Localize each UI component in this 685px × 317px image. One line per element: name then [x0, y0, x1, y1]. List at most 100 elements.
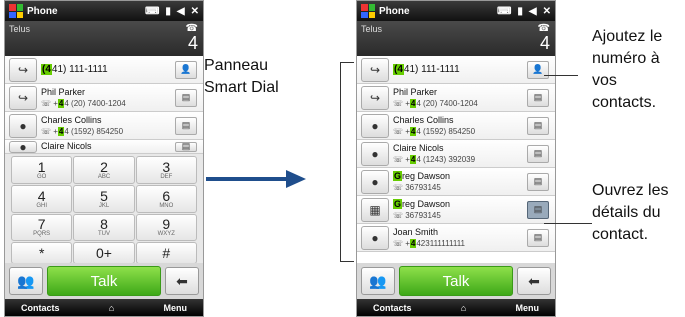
contact-name: Claire Nicols	[393, 142, 444, 153]
contact-number: ☏ +44 (1243) 392039	[393, 154, 476, 164]
contact-card-icon[interactable]: ▤	[527, 88, 549, 107]
list-item[interactable]: ↪ Phil Parker ☏ +44 (20) 7400-1204 ▤	[5, 84, 203, 112]
list-item[interactable]: ▦ Greg Dawson ☏ 36793145 ▤	[357, 196, 555, 224]
contact-card-icon[interactable]: ▤	[527, 172, 549, 191]
softkey-contacts[interactable]: Contacts	[21, 303, 60, 313]
missed-call-count: 4	[187, 33, 198, 53]
contact-person-icon[interactable]: ●	[361, 141, 389, 166]
contact-name: Greg Dawson	[393, 170, 451, 181]
backspace-icon[interactable]: ⬅	[517, 267, 551, 295]
title-bar: Phone ⌨ ▮ ◀ ✕	[357, 1, 555, 21]
windows-start-icon[interactable]	[9, 4, 23, 18]
list-item[interactable]: ↪ (441) 111-1111 👤	[357, 56, 555, 84]
carrier-panel: Telus ☎ 4	[357, 21, 555, 56]
list-item[interactable]: ● Claire Nicols ☏ +44 (1243) 392039 ▤	[357, 140, 555, 168]
volume-icon: ◀	[176, 5, 185, 17]
contact-name: Phil Parker	[393, 86, 438, 97]
contacts-toggle-icon[interactable]: 👥	[361, 267, 395, 295]
contact-card-icon[interactable]: ▤	[527, 144, 549, 163]
list-item[interactable]: ● Claire Nicols ▤	[5, 140, 203, 154]
contact-number: ☏ +44 (20) 7400-1204	[393, 98, 478, 108]
key-0[interactable]: 0+	[73, 242, 135, 264]
contact-card-icon[interactable]: ▤	[527, 116, 549, 135]
signal-icon: ▮	[517, 5, 523, 17]
contacts-toggle-icon[interactable]: 👥	[9, 267, 43, 295]
key-4[interactable]: 4 GHI	[11, 184, 73, 213]
soft-key-bar: Contacts ⌂ Menu	[357, 299, 555, 316]
talk-button[interactable]: Talk	[399, 266, 513, 296]
call-icon[interactable]: ↪	[361, 85, 389, 110]
keyboard-input-icon[interactable]: ⌂	[109, 303, 114, 313]
contact-card-icon[interactable]: ▤	[527, 200, 549, 219]
missed-call-count: 4	[539, 33, 550, 53]
contact-name: Charles Collins	[41, 114, 102, 125]
keyboard-input-icon[interactable]: ⌂	[461, 303, 466, 313]
contact-number: ☏ +4423111111111	[393, 238, 465, 248]
list-item[interactable]: ↪ Phil Parker ☏ +44 (20) 7400-1204 ▤	[357, 84, 555, 112]
close-icon[interactable]: ✕	[543, 6, 551, 17]
key-hash[interactable]: #	[135, 242, 197, 264]
contact-name: Greg Dawson	[393, 198, 451, 209]
transition-arrow	[206, 170, 306, 188]
contact-person-icon[interactable]: ●	[361, 113, 389, 138]
add-contact-icon[interactable]: 👤	[175, 60, 197, 79]
app-title: Phone	[27, 5, 58, 17]
windows-start-icon[interactable]	[361, 4, 375, 18]
caption-add-contact: Ajoutez le numéro à vos contacts.	[592, 28, 663, 111]
key-7[interactable]: 7 PQRS	[11, 213, 73, 242]
contact-name: Phil Parker	[41, 86, 86, 97]
contact-info: Phil Parker ☏ +44 (20) 7400-1204	[41, 87, 175, 109]
caption-open-details: Ouvrez les détails du contact.	[592, 182, 669, 243]
contact-info: Charles Collins ☏ +44 (1592) 854250	[41, 115, 175, 137]
contact-info: Joan Smith ☏ +4423111111111	[393, 227, 527, 249]
softkey-contacts[interactable]: Contacts	[373, 303, 412, 313]
list-item[interactable]: ● Joan Smith ☏ +4423111111111 ▤	[357, 224, 555, 252]
contact-person-icon[interactable]: ●	[361, 169, 389, 194]
key-5[interactable]: 5 JKL	[73, 184, 135, 213]
contact-name: Joan Smith	[393, 226, 439, 237]
dialed-number: (441) 111-1111	[393, 64, 460, 75]
list-item[interactable]: ● Charles Collins ☏ +44 (1592) 854250 ▤	[357, 112, 555, 140]
key-8[interactable]: 8 TUV	[73, 213, 135, 242]
contact-person-icon[interactable]: ●	[361, 225, 389, 250]
list-item[interactable]: ● Charles Collins ☏ +44 (1592) 854250 ▤	[5, 112, 203, 140]
contact-sim-icon[interactable]: ▦	[361, 197, 389, 222]
signal-icon: ▮	[165, 5, 171, 17]
softkey-menu[interactable]: Menu	[163, 303, 187, 313]
call-icon[interactable]: ↪	[9, 85, 37, 110]
smart-dial-bracket	[340, 62, 354, 262]
contact-person-icon[interactable]: ●	[9, 113, 37, 138]
list-item[interactable]: ↪ (441) 111-1111 👤	[5, 56, 203, 84]
contact-card-icon[interactable]: ▤	[527, 228, 549, 247]
key-1[interactable]: 1 GO	[11, 156, 73, 184]
action-bar: 👥 Talk ⬅	[5, 263, 203, 299]
contact-card-icon[interactable]: ▤	[175, 88, 197, 107]
phone-screen-results: Phone ⌨ ▮ ◀ ✕ Telus ☎ 4 ↪ (441) 111-1111…	[356, 0, 556, 317]
call-icon[interactable]: ↪	[361, 57, 389, 82]
call-icon[interactable]: ↪	[9, 57, 37, 82]
close-icon[interactable]: ✕	[191, 6, 199, 17]
callout-line-details	[544, 223, 592, 224]
contact-info: Claire Nicols	[41, 141, 175, 152]
contact-info: Phil Parker ☏ +44 (20) 7400-1204	[393, 87, 527, 109]
contact-person-icon[interactable]: ●	[9, 140, 37, 154]
contact-number: ☏ +44 (1592) 854250	[41, 126, 124, 136]
talk-button[interactable]: Talk	[47, 266, 161, 296]
key-3[interactable]: 3 DEF	[135, 156, 197, 184]
contact-number: ☏ 36793145	[393, 182, 441, 192]
contact-card-icon[interactable]: ▤	[175, 141, 197, 152]
contact-name: Claire Nicols	[41, 141, 92, 151]
backspace-icon[interactable]: ⬅	[165, 267, 199, 295]
key-9[interactable]: 9 WXYZ	[135, 213, 197, 242]
contact-info: Claire Nicols ☏ +44 (1243) 392039	[393, 143, 527, 165]
contact-number: ☏ +44 (20) 7400-1204	[41, 98, 126, 108]
softkey-menu[interactable]: Menu	[515, 303, 539, 313]
contact-card-icon[interactable]: ▤	[175, 116, 197, 135]
action-bar: 👥 Talk ⬅	[357, 263, 555, 299]
list-item[interactable]: ● Greg Dawson ☏ 36793145 ▤	[357, 168, 555, 196]
contact-info: Greg Dawson ☏ 36793145	[393, 170, 527, 193]
key-star[interactable]: *	[11, 242, 73, 264]
key-6[interactable]: 6 MNO	[135, 184, 197, 213]
key-2[interactable]: 2 ABC	[73, 156, 135, 184]
contact-info: Charles Collins ☏ +44 (1592) 854250	[393, 115, 527, 137]
